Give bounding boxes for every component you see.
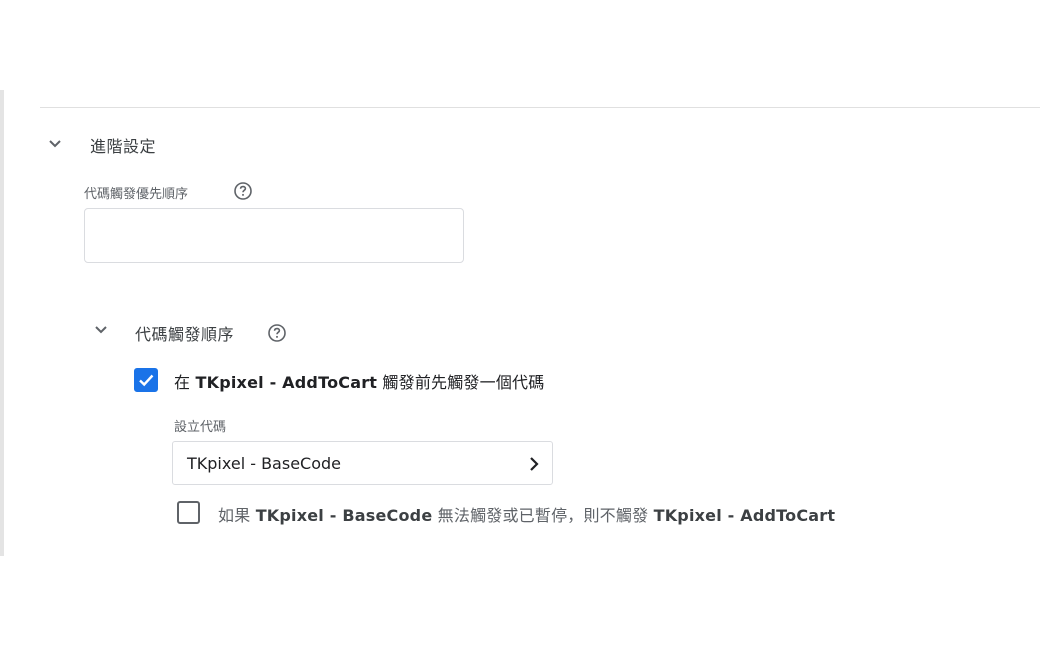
check-icon [139,374,154,387]
firing-priority-input[interactable] [84,208,464,263]
setup-tag-name: TKpixel - BaseCode [255,506,433,525]
setup-tag-field-label: 設立代碼 [174,420,227,435]
dont-fire-label: 如果 TKpixel - BaseCode 無法觸發或已暫停，則不觸發 TKpi… [218,502,835,526]
advanced-settings-title[interactable]: 進階設定 [90,133,156,157]
main-tag-name: TKpixel - AddToCart [653,506,836,525]
help-circle-icon[interactable] [233,181,253,201]
setup-tag-prefix: 在 [174,373,196,392]
chevron-down-icon[interactable] [94,325,108,335]
chevron-right-icon [529,456,539,472]
section-divider [40,107,1040,108]
setup-tag-select-value: TKpixel - BaseCode [187,454,341,473]
advanced-settings-panel: 進階設定 代碼觸發優先順序 代碼觸發順序 在 TKpixel - AddToCa… [0,0,1040,650]
dont-fire-prefix: 如果 [218,506,256,525]
dont-fire-checkbox[interactable] [177,501,200,524]
help-circle-icon[interactable] [267,323,287,343]
left-rail [0,90,4,556]
firing-priority-label: 代碼觸發優先順序 [84,187,189,202]
chevron-down-icon[interactable] [48,139,62,149]
setup-tag-checkbox[interactable] [134,368,158,392]
tag-sequencing-title[interactable]: 代碼觸發順序 [135,321,234,345]
main-tag-name: TKpixel - AddToCart [195,373,378,392]
dont-fire-middle: 無法觸發或已暫停，則不觸發 [432,506,654,525]
setup-tag-suffix: 觸發前先觸發一個代碼 [377,373,545,392]
setup-tag-label: 在 TKpixel - AddToCart 觸發前先觸發一個代碼 [174,369,544,393]
setup-tag-select[interactable]: TKpixel - BaseCode [172,441,553,485]
